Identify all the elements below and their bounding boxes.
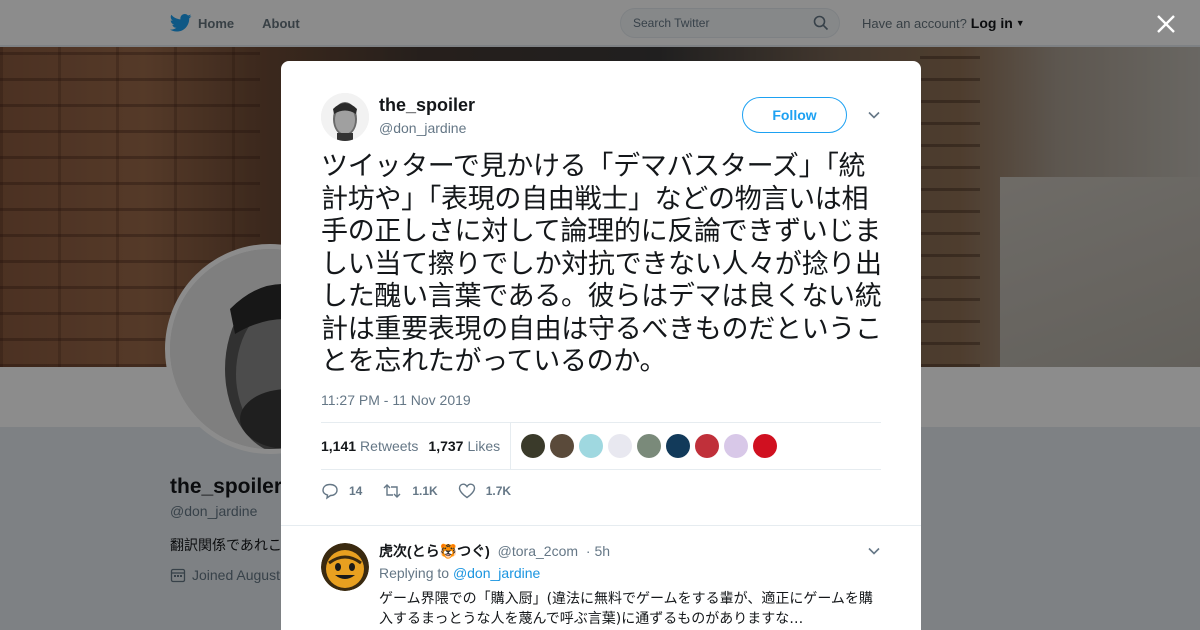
tweet-text: ツイッターで見かける「デマバスターズ」「統計坊や」「表現の自由戦士」などの物言い… — [321, 151, 882, 377]
reply-chevron-down-icon[interactable] — [867, 544, 881, 558]
liker-avatar[interactable] — [608, 434, 633, 458]
reply-divider — [281, 525, 921, 526]
retweets-count: 1,141 — [321, 438, 357, 454]
retweet-action[interactable]: 1.1K — [382, 482, 438, 500]
liker-avatar[interactable] — [724, 434, 749, 458]
tweet-author-avatar[interactable] — [321, 93, 369, 141]
tweet-author-avatar-image — [321, 93, 369, 141]
retweets-label: Retweets — [360, 438, 419, 454]
reply-author-avatar[interactable] — [321, 543, 369, 591]
replying-to-prefix: Replying to — [379, 565, 450, 581]
reply-author-avatar-image — [321, 543, 369, 591]
liker-avatar[interactable] — [579, 434, 604, 458]
tweet-author-handle[interactable]: @don_jardine — [379, 120, 466, 136]
replying-to-handle[interactable]: @don_jardine — [453, 565, 540, 581]
tweet-stats: 1,141 Retweets 1,737 Likes — [321, 422, 881, 470]
reply-author-handle[interactable]: @tora_2com — [498, 543, 578, 559]
tweet-actions: 14 1.1K 1.7K — [321, 480, 881, 502]
liker-avatar[interactable] — [550, 434, 575, 458]
like-action[interactable]: 1.7K — [458, 482, 511, 500]
tweet-header: the_spoiler @don_jardine Follow — [321, 93, 887, 143]
liker-avatar[interactable] — [521, 434, 546, 458]
reply-icon — [322, 483, 338, 500]
reply-action[interactable]: 14 — [321, 482, 362, 500]
close-icon[interactable] — [1155, 13, 1177, 35]
reply-author-name[interactable]: 虎次(とら🐯つぐ) — [379, 543, 490, 559]
like-count: 1.7K — [485, 484, 512, 498]
retweets-stat[interactable]: 1,141 Retweets — [321, 438, 418, 454]
likers-avatars — [521, 434, 782, 458]
heart-icon — [458, 483, 475, 499]
chevron-down-icon[interactable] — [867, 108, 881, 122]
retweet-icon — [383, 484, 401, 498]
reply-header: 虎次(とら🐯つぐ) @tora_2com · 5h — [379, 541, 610, 561]
likes-count: 1,737 — [428, 438, 464, 454]
tweet-timestamp[interactable]: 11:27 PM - 11 Nov 2019 — [321, 392, 471, 408]
retweet-count: 1.1K — [412, 484, 438, 498]
liker-avatar[interactable] — [695, 434, 720, 458]
liker-avatar[interactable] — [637, 434, 662, 458]
reply-count: 14 — [349, 484, 363, 498]
follow-button[interactable]: Follow — [742, 97, 847, 133]
reply-age[interactable]: · 5h — [586, 543, 610, 559]
likes-stat[interactable]: 1,737 Likes — [428, 438, 500, 454]
reply-text: ゲーム界隈での「購入厨」(違法に無料でゲームをする輩が、適正にゲームを購入するま… — [379, 591, 873, 627]
likes-label: Likes — [467, 438, 501, 454]
tweet-modal: the_spoiler @don_jardine Follow ツイッターで見か… — [281, 61, 921, 630]
replying-to: Replying to @don_jardine — [379, 565, 540, 581]
liker-avatar[interactable] — [753, 434, 778, 458]
liker-avatar[interactable] — [666, 434, 691, 458]
stats-divider — [510, 423, 512, 469]
tweet-author-name[interactable]: the_spoiler — [379, 95, 475, 116]
